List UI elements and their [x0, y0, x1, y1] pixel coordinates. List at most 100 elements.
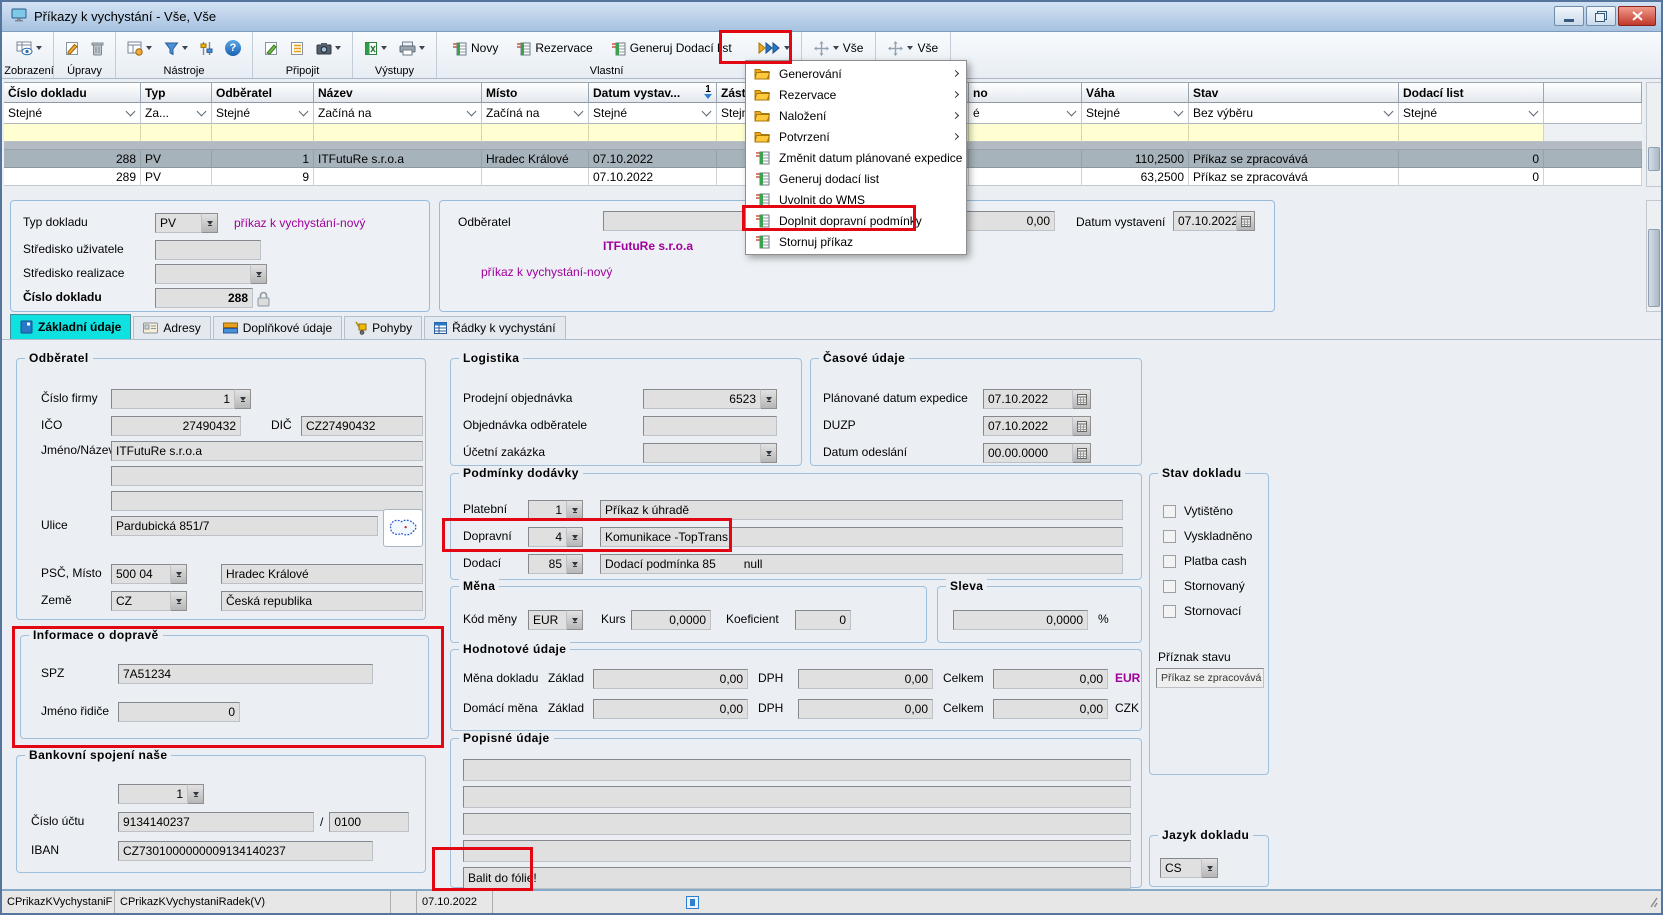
- filter-value-cell[interactable]: [1399, 124, 1544, 142]
- koeficient-field[interactable]: 0: [795, 610, 851, 630]
- dropdown-button[interactable]: [567, 554, 583, 574]
- popis-line-2[interactable]: [463, 786, 1131, 808]
- attach-note-button[interactable]: [262, 39, 280, 58]
- more-actions-button[interactable]: [755, 39, 792, 57]
- platebni-kod-field[interactable]: 1: [528, 500, 567, 520]
- menu-item-doplnit-dopravni-podminky[interactable]: Doplnit dopravní podmínky: [746, 210, 966, 231]
- tab-doplnkove-udaje[interactable]: Doplňkové údaje: [213, 316, 342, 339]
- view-button[interactable]: [14, 39, 44, 58]
- filter-combo[interactable]: Stejné: [212, 103, 314, 124]
- filter-value-cell[interactable]: [4, 124, 141, 142]
- datum-vystaveni-field[interactable]: 07.10.2022: [1173, 211, 1237, 231]
- checkbox-stornovaci[interactable]: [1163, 605, 1176, 618]
- checkbox-vyskladneno[interactable]: [1163, 530, 1176, 543]
- menu-item-uvolnit-do-wms[interactable]: Uvolnit do WMS: [746, 189, 966, 210]
- edit-button[interactable]: [63, 39, 81, 58]
- popis-line-5[interactable]: Balit do fólie!: [463, 867, 1131, 889]
- dropdown-button[interactable]: [761, 389, 777, 409]
- cislo-firmy-field[interactable]: 1: [111, 389, 235, 409]
- filter-combo[interactable]: Stejné: [1082, 103, 1189, 124]
- filter-value-cell[interactable]: [1082, 124, 1189, 142]
- parameters-button[interactable]: [198, 39, 215, 58]
- dropdown-button[interactable]: [188, 784, 204, 804]
- stredisko-uzivatele-field[interactable]: [155, 240, 261, 260]
- delete-button[interactable]: [89, 39, 106, 58]
- generate-delivery-note-button[interactable]: Generuj Dodací list: [608, 39, 735, 58]
- filter-button[interactable]: [162, 39, 190, 58]
- filter-value-cell[interactable]: [141, 124, 212, 142]
- tab-radky-k-vychystani[interactable]: Řádky k vychystání: [424, 316, 565, 339]
- dic-field[interactable]: CZ27490432: [301, 416, 423, 436]
- filter-combo[interactable]: Začíná na: [482, 103, 589, 124]
- column-header-no[interactable]: no: [969, 82, 1082, 103]
- restore-button[interactable]: [1586, 6, 1616, 26]
- planovane-datum-expedice-field[interactable]: 07.10.2022: [983, 389, 1073, 409]
- kurs-field[interactable]: 0,0000: [631, 610, 711, 630]
- column-header-dodaci-list[interactable]: Dodací list: [1399, 82, 1544, 103]
- dropdown-button[interactable]: [761, 443, 777, 463]
- reservation-button[interactable]: Rezervace: [513, 39, 595, 58]
- cislo-uctu-field[interactable]: 9134140237: [118, 812, 314, 832]
- close-button[interactable]: [1618, 6, 1656, 26]
- vse-button-2[interactable]: Vše: [885, 39, 941, 58]
- map-button[interactable]: [383, 509, 423, 547]
- grid-scrollbar[interactable]: [1646, 82, 1662, 187]
- jmeno-nazev-field-3[interactable]: [111, 491, 423, 511]
- objednavka-odberatele-field[interactable]: [643, 416, 777, 436]
- calendar-button[interactable]: [1073, 389, 1091, 409]
- filter-value-cell[interactable]: [1189, 124, 1399, 142]
- column-header-misto[interactable]: Místo: [482, 82, 589, 103]
- scrollbar-thumb[interactable]: [1648, 147, 1660, 171]
- filter-combo[interactable]: Stejné: [4, 103, 141, 124]
- menu-item-nalozeni[interactable]: Naložení: [746, 105, 966, 126]
- dropdown-button[interactable]: [567, 500, 583, 520]
- menu-item-potvrzeni[interactable]: Potvrzení: [746, 126, 966, 147]
- datum-odeslani-field[interactable]: 00.00.0000: [983, 443, 1073, 463]
- jmeno-nazev-field[interactable]: ITFutuRe s.r.o.a: [111, 441, 423, 461]
- dropdown-button[interactable]: [202, 213, 218, 233]
- menu-item-stornuj-prikaz[interactable]: Stornuj příkaz: [746, 231, 966, 252]
- filter-combo[interactable]: Stejné: [1399, 103, 1544, 124]
- print-button[interactable]: [397, 39, 427, 58]
- dropdown-button[interactable]: [1202, 858, 1218, 878]
- popis-line-3[interactable]: [463, 813, 1131, 835]
- popis-line-1[interactable]: [463, 759, 1131, 781]
- dropdown-button[interactable]: [567, 527, 583, 547]
- filter-value-cell[interactable]: [589, 124, 717, 142]
- zeme-nazev-field[interactable]: Česká republika: [221, 591, 423, 611]
- filter-value-cell[interactable]: [314, 124, 482, 142]
- calendar-button[interactable]: [1073, 416, 1091, 436]
- spz-field[interactable]: 7A51234: [118, 664, 373, 684]
- sleva-field[interactable]: 0,0000: [953, 610, 1088, 630]
- column-header-typ[interactable]: Typ: [141, 82, 212, 103]
- filter-value-cell[interactable]: [212, 124, 314, 142]
- iban-field[interactable]: CZ7301000000009134140237: [118, 841, 373, 861]
- tab-pohyby[interactable]: Pohyby: [344, 316, 422, 339]
- filter-combo[interactable]: é: [969, 103, 1082, 124]
- typ-dokladu-field[interactable]: PV: [155, 213, 202, 233]
- attach-media-button[interactable]: [314, 40, 343, 57]
- popis-line-4[interactable]: [463, 840, 1131, 862]
- dropdown-button[interactable]: [171, 591, 187, 611]
- stredisko-realizace-field[interactable]: [155, 264, 251, 284]
- jazyk-field[interactable]: CS: [1160, 858, 1202, 878]
- psc-field[interactable]: 500 04: [111, 564, 171, 584]
- scrollbar-thumb[interactable]: [1648, 229, 1660, 307]
- tab-adresy[interactable]: Adresy: [133, 316, 210, 339]
- checkbox-platba-cash[interactable]: [1163, 555, 1176, 568]
- dropdown-button[interactable]: [567, 610, 583, 630]
- resize-grip-icon[interactable]: [1645, 891, 1661, 913]
- priznak-stavu-combo[interactable]: Příkaz se zpracovává: [1156, 668, 1264, 688]
- misto-field[interactable]: Hradec Králové: [221, 564, 423, 584]
- menu-item-generuj-dodaci-list[interactable]: Generuj dodací list: [746, 168, 966, 189]
- column-header-vaha[interactable]: Váha: [1082, 82, 1189, 103]
- attach-list-button[interactable]: [288, 39, 306, 58]
- minimize-button[interactable]: [1554, 6, 1584, 26]
- zeme-kod-field[interactable]: CZ: [111, 591, 171, 611]
- calendar-button[interactable]: [1237, 211, 1255, 231]
- column-header-nazev[interactable]: Název: [314, 82, 482, 103]
- table-settings-button[interactable]: [125, 39, 154, 58]
- kod-meny-field[interactable]: EUR: [528, 610, 567, 630]
- vse-button-1[interactable]: Vše: [811, 39, 867, 58]
- kod-banky-field[interactable]: 0100: [329, 812, 409, 832]
